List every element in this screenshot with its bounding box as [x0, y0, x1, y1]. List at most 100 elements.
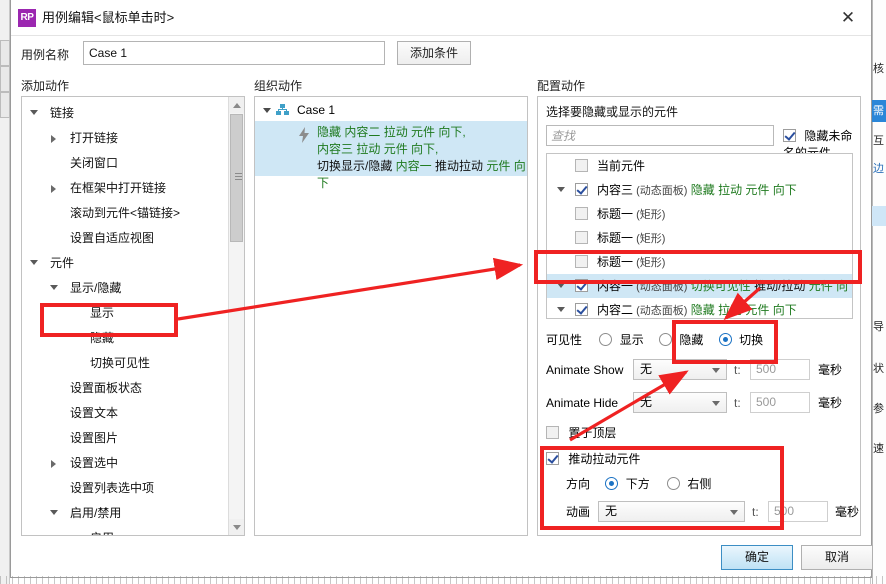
- animate-hide-select[interactable]: 无: [633, 392, 727, 413]
- radio-direction-down[interactable]: [605, 477, 619, 490]
- chevron-down-icon[interactable]: [730, 510, 738, 515]
- organize-action-item[interactable]: 隐藏 内容二 拉动 元件 向下, 内容三 拉动 元件 向下, 切换显示/隐藏 内容一…: [255, 121, 527, 190]
- tree-item[interactable]: 显示: [22, 301, 228, 326]
- tree-item[interactable]: 设置选中: [22, 451, 228, 476]
- chevron-down-icon[interactable]: [263, 108, 271, 113]
- radio-hide-label: 隐藏: [679, 333, 704, 347]
- animate-hide-time[interactable]: 500: [750, 392, 810, 413]
- tree-item[interactable]: 切换可见性: [22, 351, 228, 376]
- tree-item[interactable]: 关闭窗口: [22, 151, 228, 176]
- element-checkbox[interactable]: [575, 231, 588, 244]
- tree-item[interactable]: 在框架中打开链接: [22, 176, 228, 201]
- tree-item-label: 设置列表选中项: [70, 481, 155, 495]
- radio-toggle[interactable]: [718, 333, 732, 346]
- element-list-row[interactable]: 当前元件: [547, 154, 852, 178]
- radio-show[interactable]: [599, 333, 613, 346]
- tree-item[interactable]: 显示/隐藏: [22, 276, 228, 301]
- visibility-option-hide[interactable]: 隐藏: [659, 333, 707, 347]
- case-name-input[interactable]: [83, 41, 385, 65]
- chevron-down-icon[interactable]: [712, 368, 720, 373]
- element-checkbox[interactable]: [575, 303, 588, 316]
- tree-item-label: 滚动到元件<锚链接>: [70, 206, 181, 220]
- chevron-down-icon[interactable]: [30, 110, 38, 115]
- chevron-down-icon[interactable]: [557, 283, 565, 288]
- direction-option-right[interactable]: 右侧: [667, 477, 711, 491]
- element-list-row[interactable]: 内容二 (动态面板) 隐藏 拉动 元件 向下: [547, 298, 852, 318]
- chevron-right-icon[interactable]: [51, 185, 56, 193]
- tree-item[interactable]: 设置面板状态: [22, 376, 228, 401]
- visibility-label: 可见性: [546, 333, 583, 347]
- bring-to-front-row[interactable]: 置于顶层: [546, 424, 616, 441]
- visibility-option-toggle[interactable]: 切换: [718, 333, 763, 347]
- element-checkbox[interactable]: [575, 279, 588, 292]
- hide-unnamed-checkbox[interactable]: [783, 129, 796, 142]
- bg-text-4: 导: [873, 321, 884, 333]
- element-list[interactable]: 当前元件 内容三 (动态面板) 隐藏 拉动 元件 向下 标题一 (矩形) 标题一 (矩…: [546, 153, 853, 319]
- scroll-down-icon[interactable]: [229, 519, 244, 535]
- direction-label: 方向: [566, 477, 591, 491]
- push-animation-label: 动画: [566, 505, 591, 519]
- tree-item-label: 在框架中打开链接: [70, 181, 167, 195]
- tree-item-label: 设置选中: [70, 456, 119, 470]
- element-checkbox[interactable]: [575, 183, 588, 196]
- push-pull-checkbox[interactable]: [546, 452, 559, 465]
- tree-item[interactable]: 打开链接: [22, 126, 228, 151]
- chevron-down-icon[interactable]: [30, 260, 38, 265]
- push-pull-row[interactable]: 推动拉动元件: [546, 450, 640, 467]
- chevron-down-icon[interactable]: [50, 510, 58, 515]
- element-list-row[interactable]: 标题一 (矩形): [547, 250, 852, 274]
- tree-item[interactable]: 启用: [22, 526, 228, 535]
- tree-item[interactable]: 设置列表选中项: [22, 476, 228, 501]
- animate-show-time[interactable]: 500: [750, 359, 810, 380]
- animate-show-select[interactable]: 无: [633, 359, 727, 380]
- chevron-down-icon[interactable]: [557, 187, 565, 192]
- visibility-option-show[interactable]: 显示: [599, 333, 647, 347]
- element-list-row[interactable]: 标题一 (矩形): [547, 226, 852, 250]
- element-list-row[interactable]: 内容三 (动态面板) 隐藏 拉动 元件 向下: [547, 178, 852, 202]
- animate-show-t-label: t:: [734, 363, 741, 377]
- tree-item[interactable]: 链接: [22, 101, 228, 126]
- bring-to-front-checkbox[interactable]: [546, 426, 559, 439]
- tree-item[interactable]: 滚动到元件<锚链接>: [22, 201, 228, 226]
- tree-item[interactable]: 启用/禁用: [22, 501, 228, 526]
- chevron-down-icon[interactable]: [50, 285, 58, 290]
- radio-hide[interactable]: [659, 333, 673, 346]
- chevron-right-icon[interactable]: [51, 135, 56, 143]
- radio-show-label: 显示: [619, 333, 644, 347]
- tree-item[interactable]: 元件: [22, 251, 228, 276]
- tree-item-label: 设置图片: [70, 431, 119, 445]
- push-animation-select[interactable]: 无: [598, 501, 745, 522]
- direction-row: 方向 下方 右侧: [566, 475, 711, 492]
- element-list-row[interactable]: 标题一 (矩形): [547, 202, 852, 226]
- scrollbar-thumb[interactable]: [230, 114, 243, 242]
- element-label: 内容三 (动态面板) 隐藏 拉动 元件 向下: [597, 183, 797, 197]
- action-tree-scrollbar[interactable]: [228, 97, 244, 535]
- action-tree[interactable]: 链接 打开链接 关闭窗口在框架中打开链接 滚动到元件<锚链接> 设置自适应视图 元件 显示/…: [22, 97, 228, 535]
- push-unit: 毫秒: [835, 505, 860, 519]
- element-checkbox[interactable]: [575, 159, 588, 172]
- radio-direction-right[interactable]: [667, 477, 681, 490]
- chevron-right-icon[interactable]: [51, 460, 56, 468]
- element-checkbox[interactable]: [575, 255, 588, 268]
- element-checkbox[interactable]: [575, 207, 588, 220]
- direction-option-down[interactable]: 下方: [605, 477, 653, 491]
- organize-case-label: Case 1: [297, 103, 336, 117]
- element-list-row[interactable]: 内容一 (动态面板) 切换可见性 推动/拉动 元件 向下: [547, 274, 852, 298]
- add-condition-button[interactable]: 添加条件: [397, 41, 471, 65]
- tree-item[interactable]: 设置图片: [22, 426, 228, 451]
- scroll-up-icon[interactable]: [229, 97, 244, 113]
- chevron-down-icon[interactable]: [712, 401, 720, 406]
- ok-button[interactable]: 确定: [721, 545, 793, 570]
- push-time[interactable]: 500: [768, 501, 828, 522]
- organize-case-row[interactable]: Case 1: [255, 99, 527, 121]
- tree-item[interactable]: 设置自适应视图: [22, 226, 228, 251]
- close-icon[interactable]: ✕: [831, 5, 865, 31]
- bg-text-3: 边: [873, 163, 884, 175]
- search-input[interactable]: [546, 125, 774, 146]
- cancel-button[interactable]: 取消: [801, 545, 873, 570]
- tree-item-label: 设置面板状态: [70, 381, 143, 395]
- tree-item[interactable]: 设置文本: [22, 401, 228, 426]
- tree-item[interactable]: 隐藏: [22, 326, 228, 351]
- chevron-down-icon[interactable]: [557, 307, 565, 312]
- bg-text-2: 互: [873, 135, 884, 147]
